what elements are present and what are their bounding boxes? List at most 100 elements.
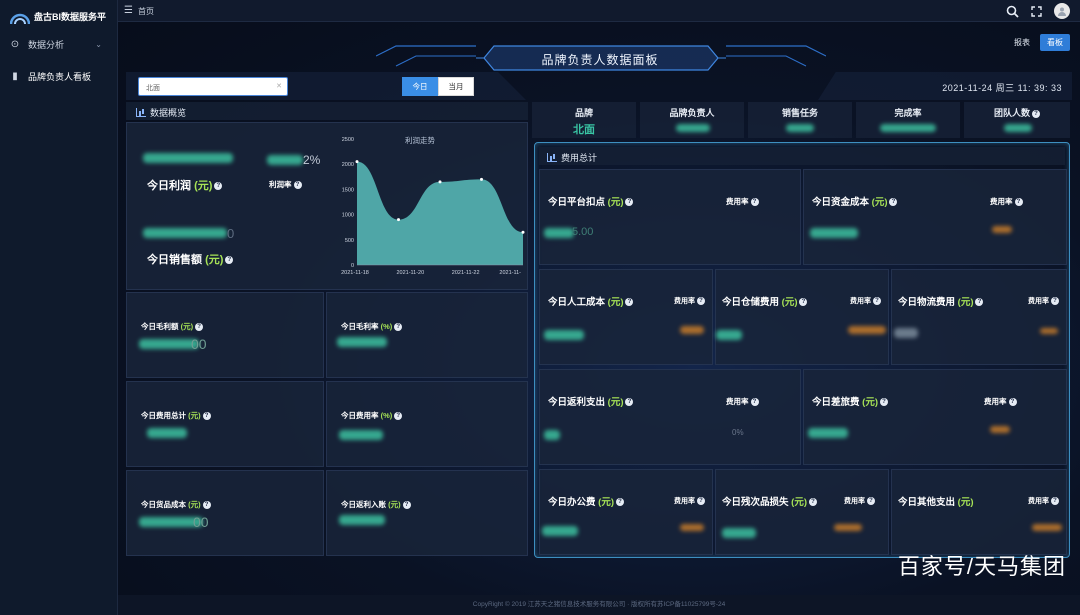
period-today-button[interactable]: 今日 — [402, 77, 438, 96]
fee-rate-masked — [1040, 328, 1058, 334]
data-point[interactable] — [521, 230, 525, 234]
brand-label: 品牌 — [574, 108, 593, 118]
fee-rate-tail: 0% — [732, 428, 744, 437]
fee-value-masked — [716, 330, 742, 340]
fee-value-masked — [544, 228, 574, 238]
brand-cell: 品牌 北面 — [532, 102, 636, 138]
fee-card-defect: 今日残次品损失 (元)? 费用率? — [715, 469, 889, 555]
sidebar-item-brand-dashboard[interactable]: ▮ 品牌负责人看板 — [10, 70, 110, 83]
help-icon: ? — [975, 298, 984, 307]
chevron-down-icon: ⌄ — [95, 40, 102, 49]
fee-value-masked — [722, 528, 756, 538]
bar-chart-icon: ▮ — [12, 71, 18, 82]
y-tick-label: 0 — [351, 263, 354, 269]
fee-card-logistics: 今日物流费用 (元)? 费用率? — [891, 269, 1067, 365]
task-label: 销售任务 — [781, 108, 818, 118]
profit-value-masked — [143, 153, 233, 163]
fee-rate-label: 费用率? — [674, 496, 705, 506]
expense-total-masked — [147, 428, 187, 438]
expense-rate-label: 今日费用率 (%)? — [341, 410, 403, 421]
fee-value-masked — [542, 526, 578, 536]
help-icon: ? — [879, 398, 888, 407]
gross-rate-masked — [337, 337, 387, 347]
help-icon: ? — [808, 498, 817, 507]
fee-card-rebate-out: 今日返利支出 (元)? 费用率? 0% — [539, 369, 801, 465]
expense-rate-card: 今日费用率 (%)? — [326, 381, 528, 467]
sidebar: 盘古BI数据服务平 ⊙ 数据分析 ⌄ ▮ 品牌负责人看板 — [0, 0, 118, 615]
data-point[interactable] — [438, 180, 442, 184]
fee-label: 今日办公费 (元)? — [548, 494, 624, 508]
y-tick-label: 2000 — [342, 162, 354, 168]
fee-label: 今日返利支出 (元)? — [548, 394, 634, 408]
expense-total-card: 今日费用总计 (元)? — [126, 381, 324, 467]
footer: CopyRight © 2019 江苏天之猪信息技术服务有限公司 · 版权所有苏… — [118, 595, 1080, 615]
region-select[interactable]: 北面 ✕ — [138, 77, 288, 96]
period-month-button[interactable]: 当月 — [438, 77, 474, 96]
profit-trend-chart: 250020001500100050002021-11-18 2021-11-20… — [341, 137, 525, 276]
fee-rate-label: 费用率? — [1028, 296, 1059, 306]
avatar[interactable] — [1054, 3, 1070, 19]
fee-rate-label: 费用率? — [990, 196, 1023, 207]
help-icon: ? — [799, 298, 808, 307]
help-icon: ? — [697, 497, 705, 506]
sidebar-item-data-analysis[interactable]: ⊙ 数据分析 ⌄ — [10, 38, 110, 51]
search-icon[interactable] — [1006, 5, 1019, 18]
fee-card-other: 今日其他支出 (元) 费用率? — [891, 469, 1067, 555]
y-tick-label: 2500 — [342, 137, 354, 143]
fee-rate-masked — [848, 326, 886, 334]
fee-value-masked — [808, 428, 848, 438]
fee-label: 今日物流费用 (元)? — [898, 294, 984, 308]
data-point[interactable] — [480, 177, 483, 181]
data-point[interactable] — [355, 160, 359, 164]
task-cell: 销售任务 — [748, 102, 852, 138]
fee-rate-label: 费用率? — [726, 396, 759, 407]
rebate-in-card: 今日返利入账 (元)? — [326, 470, 528, 556]
fee-panel: 费用总计 今日平台扣点 (元)? 费用率? 5.00 今日资金成本 (元)? 费… — [534, 142, 1070, 558]
help-icon: ? — [750, 398, 759, 407]
sidebar-item-label: 品牌负责人看板 — [28, 72, 92, 82]
fee-rate-label: 费用率? — [726, 196, 759, 207]
app-root: 盘古BI数据服务平 ⊙ 数据分析 ⌄ ▮ 品牌负责人看板 ☰ 首页 报表 看板 — [0, 0, 1080, 615]
bar-chart-icon — [136, 108, 146, 117]
expense-total-label: 今日费用总计 (元)? — [141, 410, 211, 421]
menu-toggle-icon[interactable]: ☰ — [124, 5, 133, 16]
task-masked — [786, 124, 814, 132]
help-icon: ? — [202, 412, 211, 421]
y-tick-label: 500 — [345, 238, 354, 244]
fullscreen-icon[interactable] — [1031, 5, 1042, 17]
profit-area-series — [357, 161, 523, 265]
overview-header — [126, 102, 528, 120]
profit-rate-masked — [267, 155, 303, 165]
page-title: 品牌负责人数据面板 — [541, 53, 659, 67]
breadcrumb[interactable]: 首页 — [138, 6, 154, 17]
help-icon: ? — [1051, 497, 1059, 506]
fee-label: 今日资金成本 (元)? — [812, 194, 898, 208]
fee-title-text: 费用总计 — [561, 153, 598, 163]
region-select-value: 北面 — [146, 85, 160, 92]
board-button[interactable]: 看板 — [1040, 34, 1070, 51]
gross-rate-label: 今日毛利率 (%)? — [341, 321, 403, 332]
fee-value-tail: 5.00 — [572, 226, 594, 238]
report-button[interactable]: 报表 — [1014, 37, 1030, 48]
watermark: 百家号/天马集团 — [897, 554, 1066, 579]
fee-value-masked — [810, 228, 858, 238]
help-icon: ? — [1008, 398, 1017, 407]
data-point[interactable] — [397, 218, 400, 222]
sales-value-tail: 0 — [227, 226, 235, 241]
clear-icon[interactable]: ✕ — [276, 82, 282, 90]
gross-rate-card: 今日毛利率 (%)? — [326, 292, 528, 378]
app-title: 盘古BI数据服务平 — [34, 12, 107, 22]
help-icon: ? — [394, 412, 403, 421]
fee-label: 今日差旅费 (元)? — [812, 394, 888, 408]
fee-rate-label: 费用率? — [1028, 496, 1059, 506]
y-tick-label: 1000 — [342, 213, 354, 219]
owner-cell: 品牌负责人 — [640, 102, 744, 138]
goods-cost-tail: 00 — [193, 514, 209, 530]
fee-label: 今日其他支出 (元) — [898, 497, 974, 508]
help-icon: ? — [625, 198, 634, 207]
brand-value: 北面 — [573, 124, 595, 136]
profit-rate-label: 利润率? — [269, 179, 302, 190]
fee-label: 今日残次品损失 (元)? — [722, 494, 817, 508]
help-icon: ? — [402, 501, 411, 510]
fee-label: 今日人工成本 (元)? — [548, 294, 634, 308]
